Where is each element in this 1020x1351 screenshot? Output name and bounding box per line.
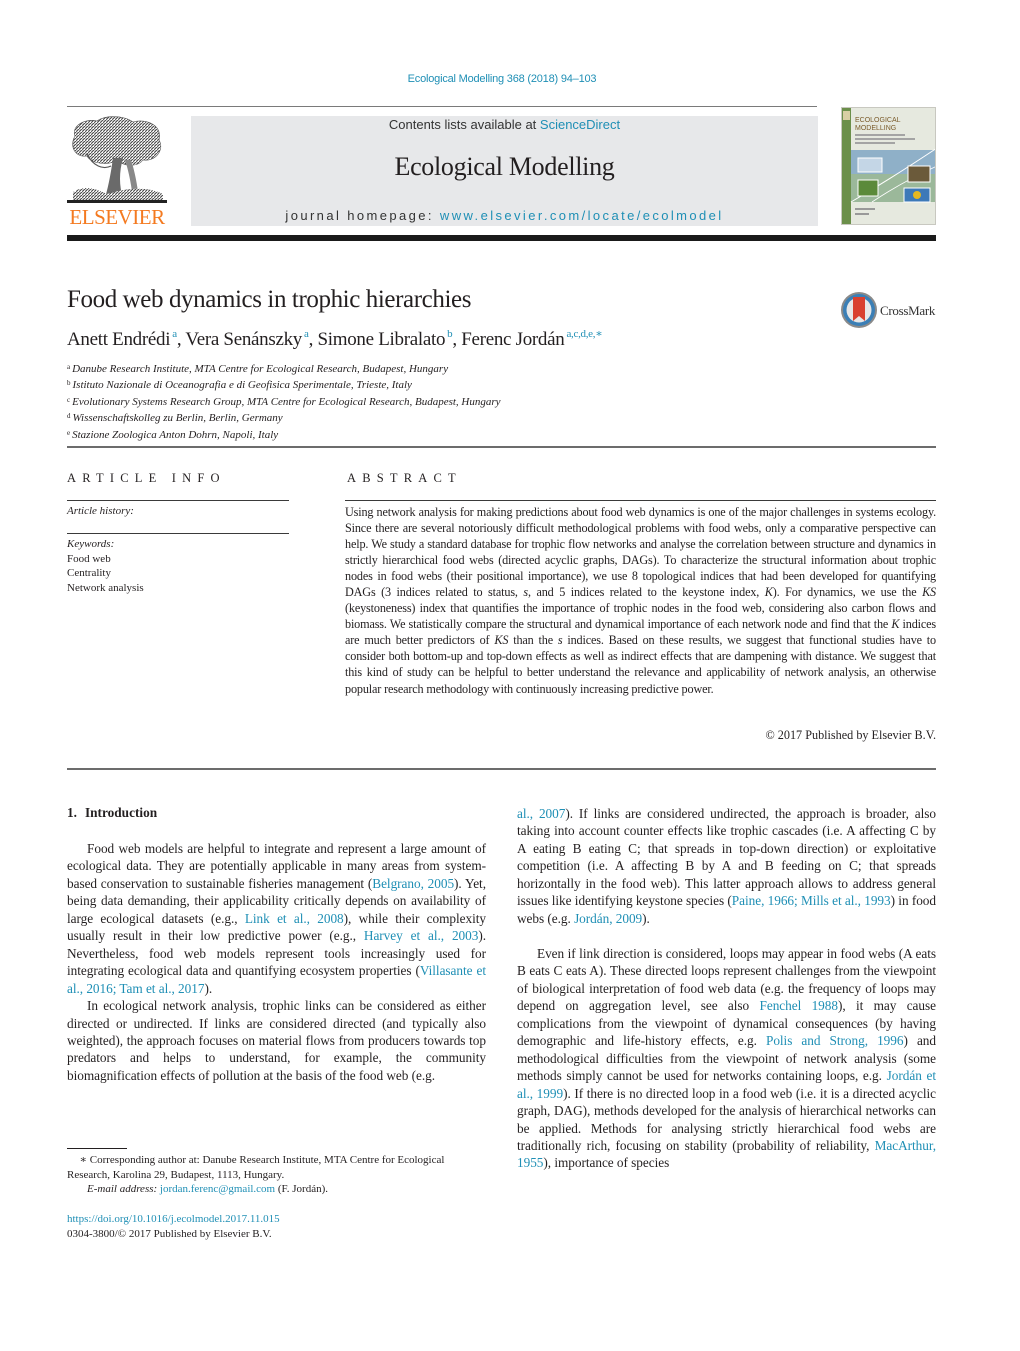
- affiliation-list: a Danube Research Institute, MTA Centre f…: [67, 360, 501, 442]
- journal-homepage: journal homepage: www.elsevier.com/locat…: [285, 208, 724, 223]
- paragraph: Food web models are helpful to integrate…: [67, 841, 486, 996]
- elsevier-logo[interactable]: ELSEVIER: [67, 114, 167, 228]
- email-link[interactable]: jordan.ferenc@gmail.com: [160, 1183, 275, 1195]
- paragraph-continued: In ecological network analysis, trophic …: [517, 805, 936, 945]
- doi-link[interactable]: https://doi.org/10.1016/j.ecolmodel.2017…: [67, 1213, 280, 1225]
- reference-link[interactable]: Fenchel 1988: [760, 998, 839, 1013]
- author[interactable]: Ferenc Jordán a,c,d,e,∗: [461, 328, 602, 350]
- elsevier-wordmark: ELSEVIER: [69, 205, 165, 229]
- reference-link[interactable]: Belgrano, 2005: [372, 876, 454, 891]
- keyword: Network analysis: [67, 581, 144, 594]
- affiliation: d Wissenschaftskolleg zu Berlin, Berlin, …: [67, 412, 283, 425]
- divider: [67, 500, 289, 501]
- paragraph: Even if link direction is considered, lo…: [517, 946, 937, 1171]
- author-list: Anett Endrédi a, Vera Senánszky a, Simone …: [67, 328, 603, 350]
- footnote-rule: [67, 1148, 127, 1149]
- reference-link[interactable]: Polis and Strong, 1996: [766, 1033, 904, 1048]
- paragraph: In ecological network analysis, trophic …: [67, 998, 486, 1083]
- header-rule: [67, 106, 817, 107]
- body-column-right: In ecological network analysis, trophic …: [517, 805, 936, 1172]
- cover-title-text: ECOLOGICAL: [855, 117, 901, 124]
- article-history-label: Article history:: [67, 505, 134, 517]
- reference-link[interactable]: Harvey et al., 2003: [364, 928, 479, 943]
- crossmark-icon: [841, 292, 877, 328]
- crossmark-button[interactable]: CrossMark: [840, 290, 940, 330]
- divider: [67, 768, 936, 770]
- keyword: Centrality: [67, 567, 111, 580]
- keywords-block: Keywords: Food web Centrality Network an…: [67, 537, 144, 595]
- homepage-link[interactable]: www.elsevier.com/locate/ecolmodel: [440, 208, 724, 223]
- keyword: Food web: [67, 552, 111, 565]
- divider: [67, 446, 936, 448]
- author[interactable]: Anett Endrédi a: [67, 328, 177, 350]
- svg-text:MODELLING: MODELLING: [855, 125, 896, 132]
- crossmark-label: CrossMark: [880, 303, 936, 318]
- abstract-copyright: © 2017 Published by Elsevier B.V.: [765, 728, 936, 742]
- contents-line: Contents lists available at ScienceDirec…: [388, 117, 621, 132]
- journal-citation[interactable]: Ecological Modelling 368 (2018) 94–103: [0, 73, 1004, 85]
- author-affil-marker[interactable]: b: [447, 328, 453, 340]
- affiliation: e Stazione Zoologica Anton Dohrn, Napoli,…: [67, 428, 279, 441]
- affiliation: c Evolutionary Systems Research Group, MT…: [67, 395, 501, 408]
- corresponding-author-footnote: ∗ Corresponding author at: Danube Resear…: [67, 1154, 445, 1196]
- journal-name: Ecological Modelling: [394, 152, 615, 181]
- reference-link[interactable]: Paine, 1966; Mills et al., 1993: [732, 893, 891, 908]
- abstract-text: Using network analysis for making predic…: [345, 505, 936, 696]
- journal-masthead: Contents lists available at ScienceDirec…: [191, 116, 818, 226]
- keywords-label: Keywords:: [67, 538, 115, 550]
- reference-link[interactable]: Jordán, 2009: [574, 911, 642, 926]
- affiliation: a Danube Research Institute, MTA Centre f…: [67, 363, 449, 375]
- citation-link[interactable]: Ecological Modelling 368 (2018) 94–103: [408, 73, 597, 85]
- issn-copyright: 0304-3800/© 2017 Published by Elsevier B…: [67, 1227, 272, 1240]
- divider: [67, 533, 289, 534]
- elsevier-tree-icon: [67, 116, 167, 203]
- article-title: Food web dynamics in trophic hierarchies: [67, 286, 472, 313]
- article-info-heading: ARTICLE INFO: [67, 471, 226, 485]
- sciencedirect-link[interactable]: ScienceDirect: [540, 117, 620, 132]
- author[interactable]: Simone Libralato b: [318, 328, 453, 350]
- author-affil-marker[interactable]: a: [304, 328, 309, 340]
- affiliation: b Istituto Nazionale di Oceanografia e di…: [67, 379, 412, 392]
- divider: [345, 500, 936, 501]
- author-affil-marker[interactable]: a,c,d,e,∗: [566, 328, 602, 340]
- abstract-heading: ABSTRACT: [347, 471, 462, 485]
- author-affil-marker[interactable]: a: [172, 328, 177, 340]
- reference-link[interactable]: Link et al., 2008: [245, 911, 344, 926]
- journal-cover-thumbnail[interactable]: ECOLOGICAL MODELLING: [841, 107, 936, 225]
- body-column-left: Food web models are helpful to integrate…: [67, 840, 486, 1084]
- section-heading-introduction: 1. Introduction: [67, 805, 158, 820]
- doi-block: https://doi.org/10.1016/j.ecolmodel.2017…: [67, 1212, 280, 1241]
- header-thick-rule: [67, 235, 936, 241]
- cover-image-icon: ECOLOGICAL MODELLING: [842, 108, 935, 224]
- author[interactable]: Vera Senánszky a: [185, 328, 309, 350]
